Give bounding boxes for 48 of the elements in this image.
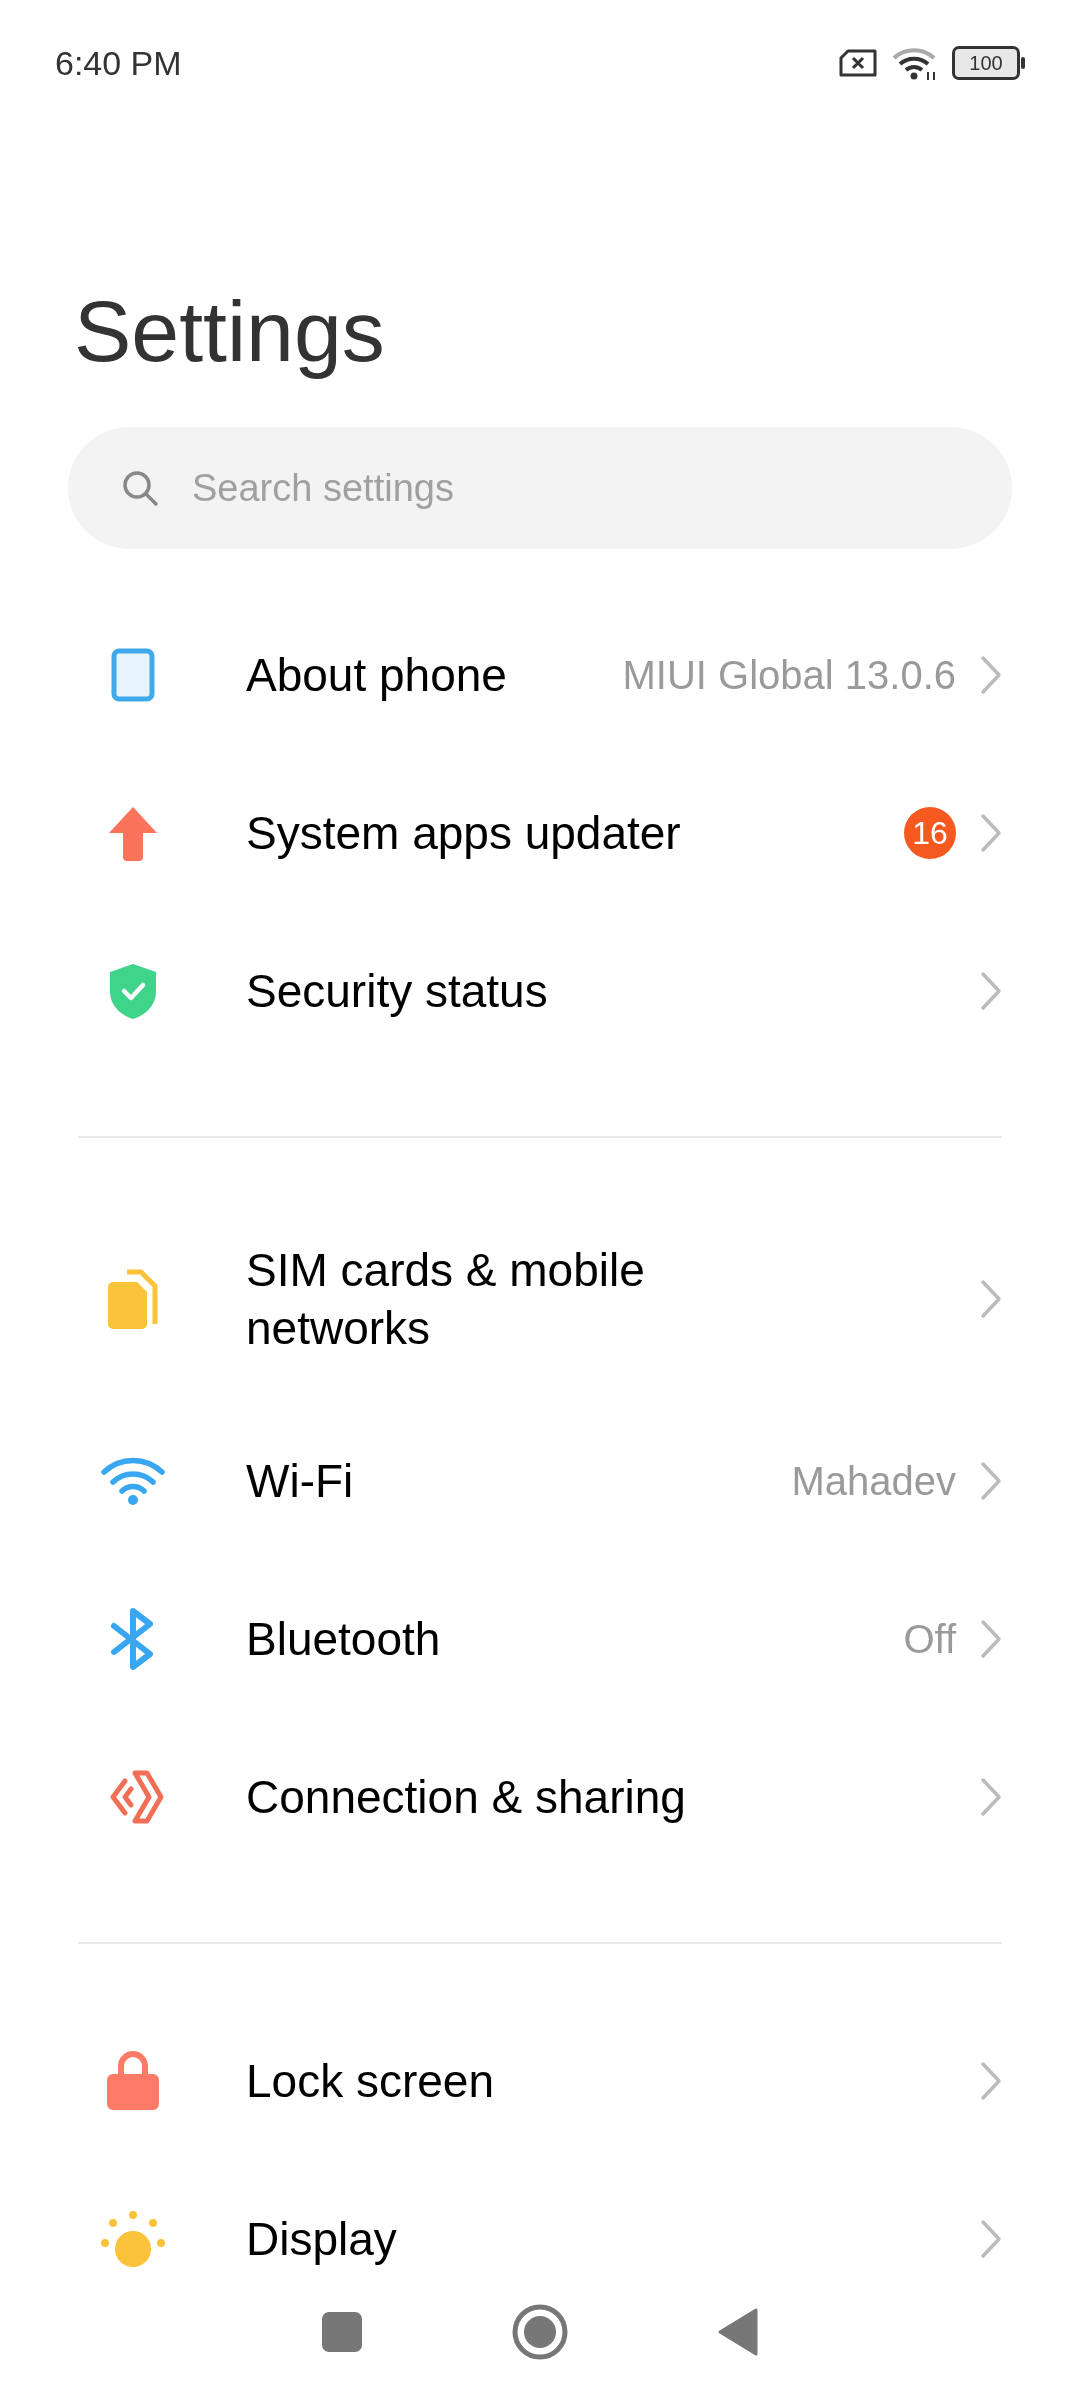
settings-item[interactable]: Bluetooth Off [0, 1560, 1080, 1718]
count-badge: 16 [904, 807, 956, 859]
item-label: Lock screen [246, 2054, 495, 2109]
search-field[interactable]: Search settings [68, 427, 1012, 549]
up-arrow-icon [107, 805, 159, 861]
wifi-icon [892, 46, 938, 80]
chevron-icon [980, 1619, 1002, 1659]
wifi-icon [101, 1456, 165, 1506]
no-sim-icon [838, 48, 878, 78]
item-label: System apps updater [246, 806, 682, 861]
item-value: Off [903, 1616, 956, 1662]
item-value: MIUI Global 13.0.6 [622, 652, 956, 698]
page-title: Settings [74, 282, 386, 381]
item-label: About phone [246, 648, 508, 703]
chevron-icon [980, 655, 1002, 695]
item-label: SIM cards & mobile networks [246, 1243, 646, 1356]
settings-item[interactable]: About phone MIUI Global 13.0.6 [0, 596, 1080, 754]
item-label: Connection & sharing [246, 1770, 687, 1825]
chevron-icon [980, 971, 1002, 1011]
home-button[interactable] [512, 2304, 568, 2360]
settings-item[interactable]: Display [0, 2160, 1080, 2270]
settings-item[interactable]: Lock screen [0, 2002, 1080, 2160]
settings-item[interactable]: SIM cards & mobile networks [0, 1196, 1080, 1402]
item-label: Display [246, 2212, 398, 2267]
sun-icon [101, 2209, 165, 2269]
chevron-icon [980, 2061, 1002, 2101]
item-value: Mahadev [791, 1458, 956, 1504]
chevron-icon [980, 1461, 1002, 1501]
item-label: Bluetooth [246, 1612, 442, 1667]
item-label: Security status [246, 964, 549, 1019]
battery-level: 100 [969, 51, 1003, 75]
phone-icon [111, 648, 155, 702]
lock-icon [105, 2050, 161, 2112]
recents-button[interactable] [322, 2312, 362, 2352]
chevron-icon [980, 813, 1002, 853]
sim-cards-icon [105, 1268, 161, 1330]
settings-item[interactable]: Wi-Fi Mahadev [0, 1402, 1080, 1560]
chevron-icon [980, 1777, 1002, 1817]
status-time: 6:40 PM [55, 43, 182, 83]
settings-item[interactable]: Connection & sharing [0, 1718, 1080, 1876]
search-icon [120, 468, 160, 508]
back-button[interactable] [718, 2308, 758, 2356]
settings-item[interactable]: System apps updater 16 [0, 754, 1080, 912]
item-label: Wi-Fi [246, 1454, 355, 1509]
chevron-icon [980, 1279, 1002, 1319]
settings-item[interactable]: Security status [0, 912, 1080, 1070]
chevron-icon [980, 2219, 1002, 2259]
shield-check-icon [108, 962, 158, 1020]
